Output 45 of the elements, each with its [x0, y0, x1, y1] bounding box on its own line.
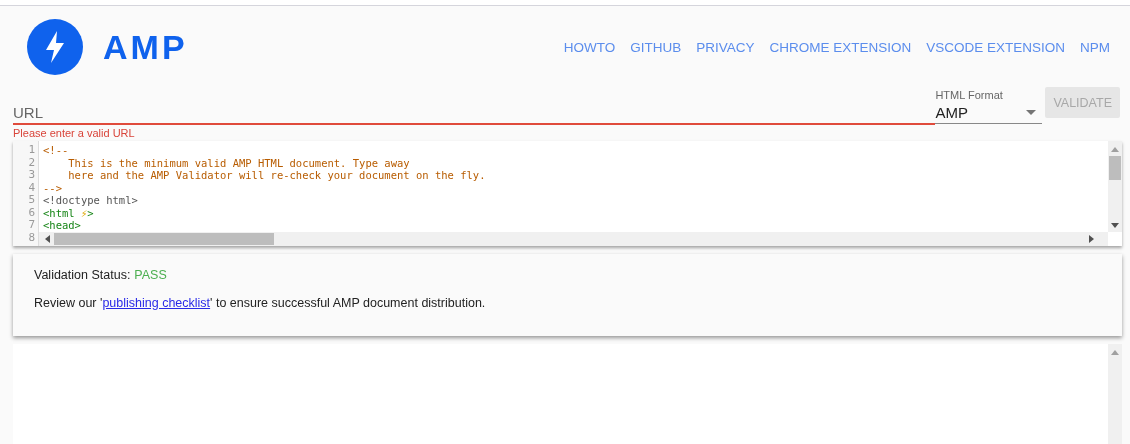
- scroll-down-icon[interactable]: [1111, 223, 1119, 228]
- scroll-up-icon[interactable]: [1111, 350, 1119, 355]
- line-number: 1: [27, 144, 36, 157]
- nav-link[interactable]: CHROME EXTENSION: [769, 39, 912, 55]
- error-message: Please enter a valid URL: [13, 127, 136, 139]
- code-text: This is the minimum valid AMP HTML document. Type away: [67, 156, 410, 169]
- nav-link[interactable]: GITHUB: [630, 39, 682, 55]
- line-number: 2: [27, 156, 36, 169]
- code-text: <head>: [43, 219, 81, 231]
- line-number: 6: [27, 206, 36, 219]
- status-label: Validation Status:: [34, 268, 131, 282]
- nav-link[interactable]: NPM: [1080, 39, 1110, 55]
- scrollbar[interactable]: [39, 232, 1122, 246]
- checklist-note: Review our 'publishing checklist' to ensure successful AMP document distribution.: [34, 296, 487, 310]
- scrollbar-corner: [1108, 232, 1122, 246]
- scroll-thumb[interactable]: [1109, 156, 1121, 180]
- code-text: here and the AMP Validator will re-check your document on the fly.: [67, 169, 486, 181]
- caret-icon: [1026, 109, 1037, 115]
- line-number: 5: [27, 194, 36, 207]
- line-number: 8: [27, 231, 36, 244]
- nav-link[interactable]: HOWTO: [563, 39, 616, 55]
- scroll-thumb[interactable]: [54, 233, 274, 245]
- scroll-left-icon[interactable]: [45, 235, 50, 243]
- scroll-up-icon[interactable]: [1111, 147, 1119, 152]
- line-number: 4: [27, 181, 36, 194]
- format-select[interactable]: AMP: [935, 101, 1043, 124]
- code-text: >: [87, 206, 94, 219]
- scroll-right-icon[interactable]: [1089, 235, 1094, 243]
- nav-link[interactable]: PRIVACY: [696, 39, 755, 55]
- logo-text: AMP: [103, 27, 188, 67]
- code-text: ⚡: [80, 206, 88, 219]
- code-editor[interactable]: 1 2 3 4 5 6 7 8 <!-- This is the minimum valid AMP HTML document. Type away here and the AMP Validator will re-check your document on the fly. --> <!doctype html> <html ⚡> <head>: [13, 141, 1122, 246]
- select-label: HTML Format: [935, 89, 1004, 101]
- code-text: <!doctype html>: [43, 194, 138, 206]
- lightning-logo-icon: [27, 19, 83, 75]
- nav-link[interactable]: VSCODE EXTENSION: [926, 39, 1065, 55]
- scrollbar[interactable]: [1108, 344, 1122, 444]
- code-text: <html: [43, 206, 76, 219]
- line-number: 3: [27, 169, 36, 182]
- status-value: PASS: [134, 268, 167, 282]
- code-text: <!--: [43, 144, 69, 156]
- scrollbar[interactable]: [1108, 141, 1122, 232]
- code-text: -->: [43, 181, 62, 194]
- line-number: 7: [27, 219, 36, 232]
- url-field[interactable]: URL: [13, 101, 936, 125]
